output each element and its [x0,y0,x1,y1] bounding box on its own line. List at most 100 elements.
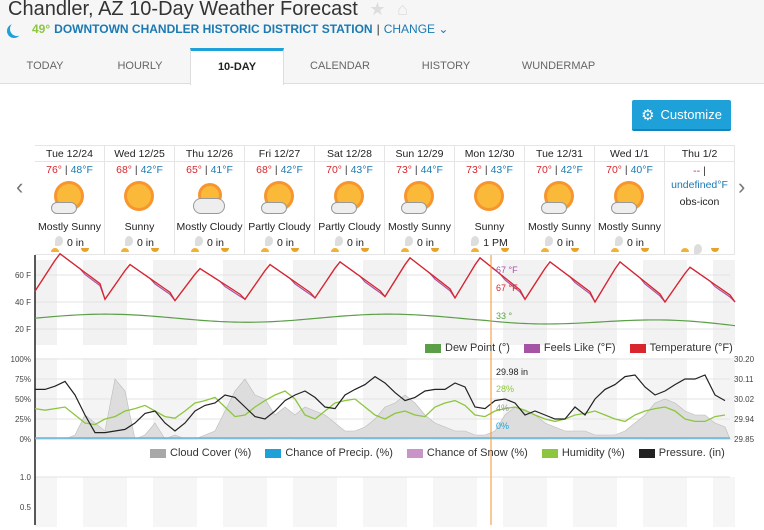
sunny-icon [117,180,163,220]
sunset-icon [501,248,509,252]
temp-y-tick: 60 F [15,271,31,280]
day-date: Mon 12/30 [455,146,524,162]
legend-swatch [638,448,655,458]
night-band [573,477,595,527]
mostly-sunny-icon [537,180,583,220]
hover-humidity: 28% [496,384,515,394]
day-precip: 0 in [245,236,314,249]
cond-y-tick: 100% [11,355,31,364]
tab-history[interactable]: HISTORY [396,48,496,84]
station-name[interactable]: DOWNTOWN CHANDLER HISTORIC DISTRICT STAT… [54,22,372,36]
hover-pressure: 29.98 in [496,367,529,377]
night-band [105,477,127,527]
sunset-icon [81,248,89,252]
night-band [643,477,665,527]
legend-item[interactable]: Cloud Cover (%) [150,447,251,459]
tab-today[interactable]: TODAY [0,48,90,84]
sunrise-icon [541,248,549,252]
raindrop-icon [615,236,624,246]
legend-item[interactable]: Temperature (°F) [629,342,733,354]
day-card[interactable]: Wed 1/1 70° | 40°F Mostly Sunny 0 in [595,146,665,254]
temp-y-tick: 40 F [15,298,31,307]
night-band [595,477,617,527]
day-card[interactable]: Fri 12/27 68° | 42°F Partly Cloudy 0 in [245,146,315,254]
forecast-chart[interactable]: 60 F 40 F 20 F 100% 75% 50% 25% 0% 30.20 30.11 30.… [11,252,755,527]
cond-y-tick: 50% [15,395,31,404]
tab-10-day[interactable]: 10-DAY [190,48,284,85]
cond-y-tick: 25% [15,415,31,424]
day-card[interactable]: Sat 12/28 70° | 43°F Partly Cloudy 0 in [315,146,385,254]
night-band [363,477,385,527]
day-card[interactable]: Wed 12/25 68° | 42°F Sunny 0 in [105,146,175,254]
sunrise-icon [51,248,59,252]
day-card[interactable]: Tue 12/24 76° | 48°F Mostly Sunny 0 in [35,146,105,254]
day-precip: 0 in [315,236,384,249]
charts-area: 60 F 40 F 20 F 100% 75% 50% 25% 0% 30.20 30.11 30.… [11,252,755,530]
legend-swatch [265,448,282,458]
sunrise-icon [611,248,619,252]
night-band [525,477,547,527]
sunrise-icon [681,248,689,252]
sunrise-icon [261,248,269,252]
partly-cloudy-icon [257,180,303,220]
sunrise-icon [331,248,339,252]
precip-y-tick: 1.0 [20,473,32,482]
legend-item[interactable]: Chance of Snow (%) [406,447,528,459]
hover-precip: 0% [496,421,510,431]
raindrop-icon [55,236,64,246]
raindrop-icon [125,236,134,246]
day-date: Wed 1/1 [595,146,664,162]
day-precip: 0 in [105,236,174,249]
current-temp: 49° [32,22,51,36]
home-icon[interactable]: ⌂ [397,0,408,19]
sunrise-icon [401,248,409,252]
legend-item[interactable]: Pressure. (in) [638,447,725,459]
mostly-sunny-icon [47,180,93,220]
tab-hourly[interactable]: HOURLY [90,48,190,84]
tab-wundermap[interactable]: WUNDERMAP [496,48,621,84]
day-card[interactable]: Sun 12/29 73° | 44°F Mostly Sunny 0 in [385,146,455,254]
day-condition: Sunny [474,221,505,233]
next-arrow-button[interactable]: › [738,174,745,200]
tab-calendar[interactable]: CALENDAR [284,48,396,84]
day-condition: Mostly Sunny [387,221,452,233]
precip-y-tick: 0.5 [20,503,32,512]
day-forecast-strip: Tue 12/24 76° | 48°F Mostly Sunny 0 in W… [35,145,735,255]
tab-bar: TODAY HOURLY 10-DAY CALENDAR HISTORY WUN… [0,48,621,85]
legend-swatch [523,343,540,353]
change-station-button[interactable]: CHANGE ⌄ [384,22,449,36]
night-band [433,477,455,527]
prev-arrow-button[interactable]: ‹ [16,174,23,200]
raindrop-icon [471,236,480,246]
day-condition: Mostly Sunny [527,221,592,233]
day-precip: 0 in [175,236,244,249]
raindrop-icon [693,244,702,254]
night-band [665,477,687,527]
cond-y-tick: 75% [15,375,31,384]
day-card[interactable]: Thu 12/26 65° | 41°F Mostly Cloudy 0 in [175,146,245,254]
hover-temperature: 67 °F [496,283,518,293]
night-band [293,477,315,527]
sunset-icon [571,248,579,252]
day-condition: Mostly Sunny [597,221,662,233]
legend-item[interactable]: Chance of Precip. (%) [265,447,393,459]
day-date: Sun 12/29 [385,146,454,162]
customize-button[interactable]: ⚙ Customize [632,100,731,131]
legend-item[interactable]: Humidity (%) [541,447,625,459]
legend-swatch [425,343,441,353]
day-card[interactable]: Mon 12/30 73° | 43°F Sunny 1 PM [455,146,525,254]
day-card[interactable]: Tue 12/31 70° | 42°F Mostly Sunny 0 in [525,146,595,254]
cond-legend: Cloud Cover (%) Chance of Precip. (%) Chan… [150,447,725,459]
sunrise-icon [121,248,129,252]
night-band [713,477,735,527]
raindrop-icon [265,236,274,246]
day-date: Tue 12/24 [35,146,104,162]
sunny-icon [467,180,513,220]
day-condition: Sunny [124,221,155,233]
station-info: 49° DOWNTOWN CHANDLER HISTORIC DISTRICT … [6,22,448,36]
star-icon[interactable]: ★ [369,0,385,19]
night-band [83,477,105,527]
legend-item[interactable]: Feels Like (°F) [523,342,616,354]
legend-item[interactable]: Dew Point (°) [425,342,510,354]
day-card[interactable]: Thu 1/2 -- | undefined°F obs-icon [665,146,735,254]
